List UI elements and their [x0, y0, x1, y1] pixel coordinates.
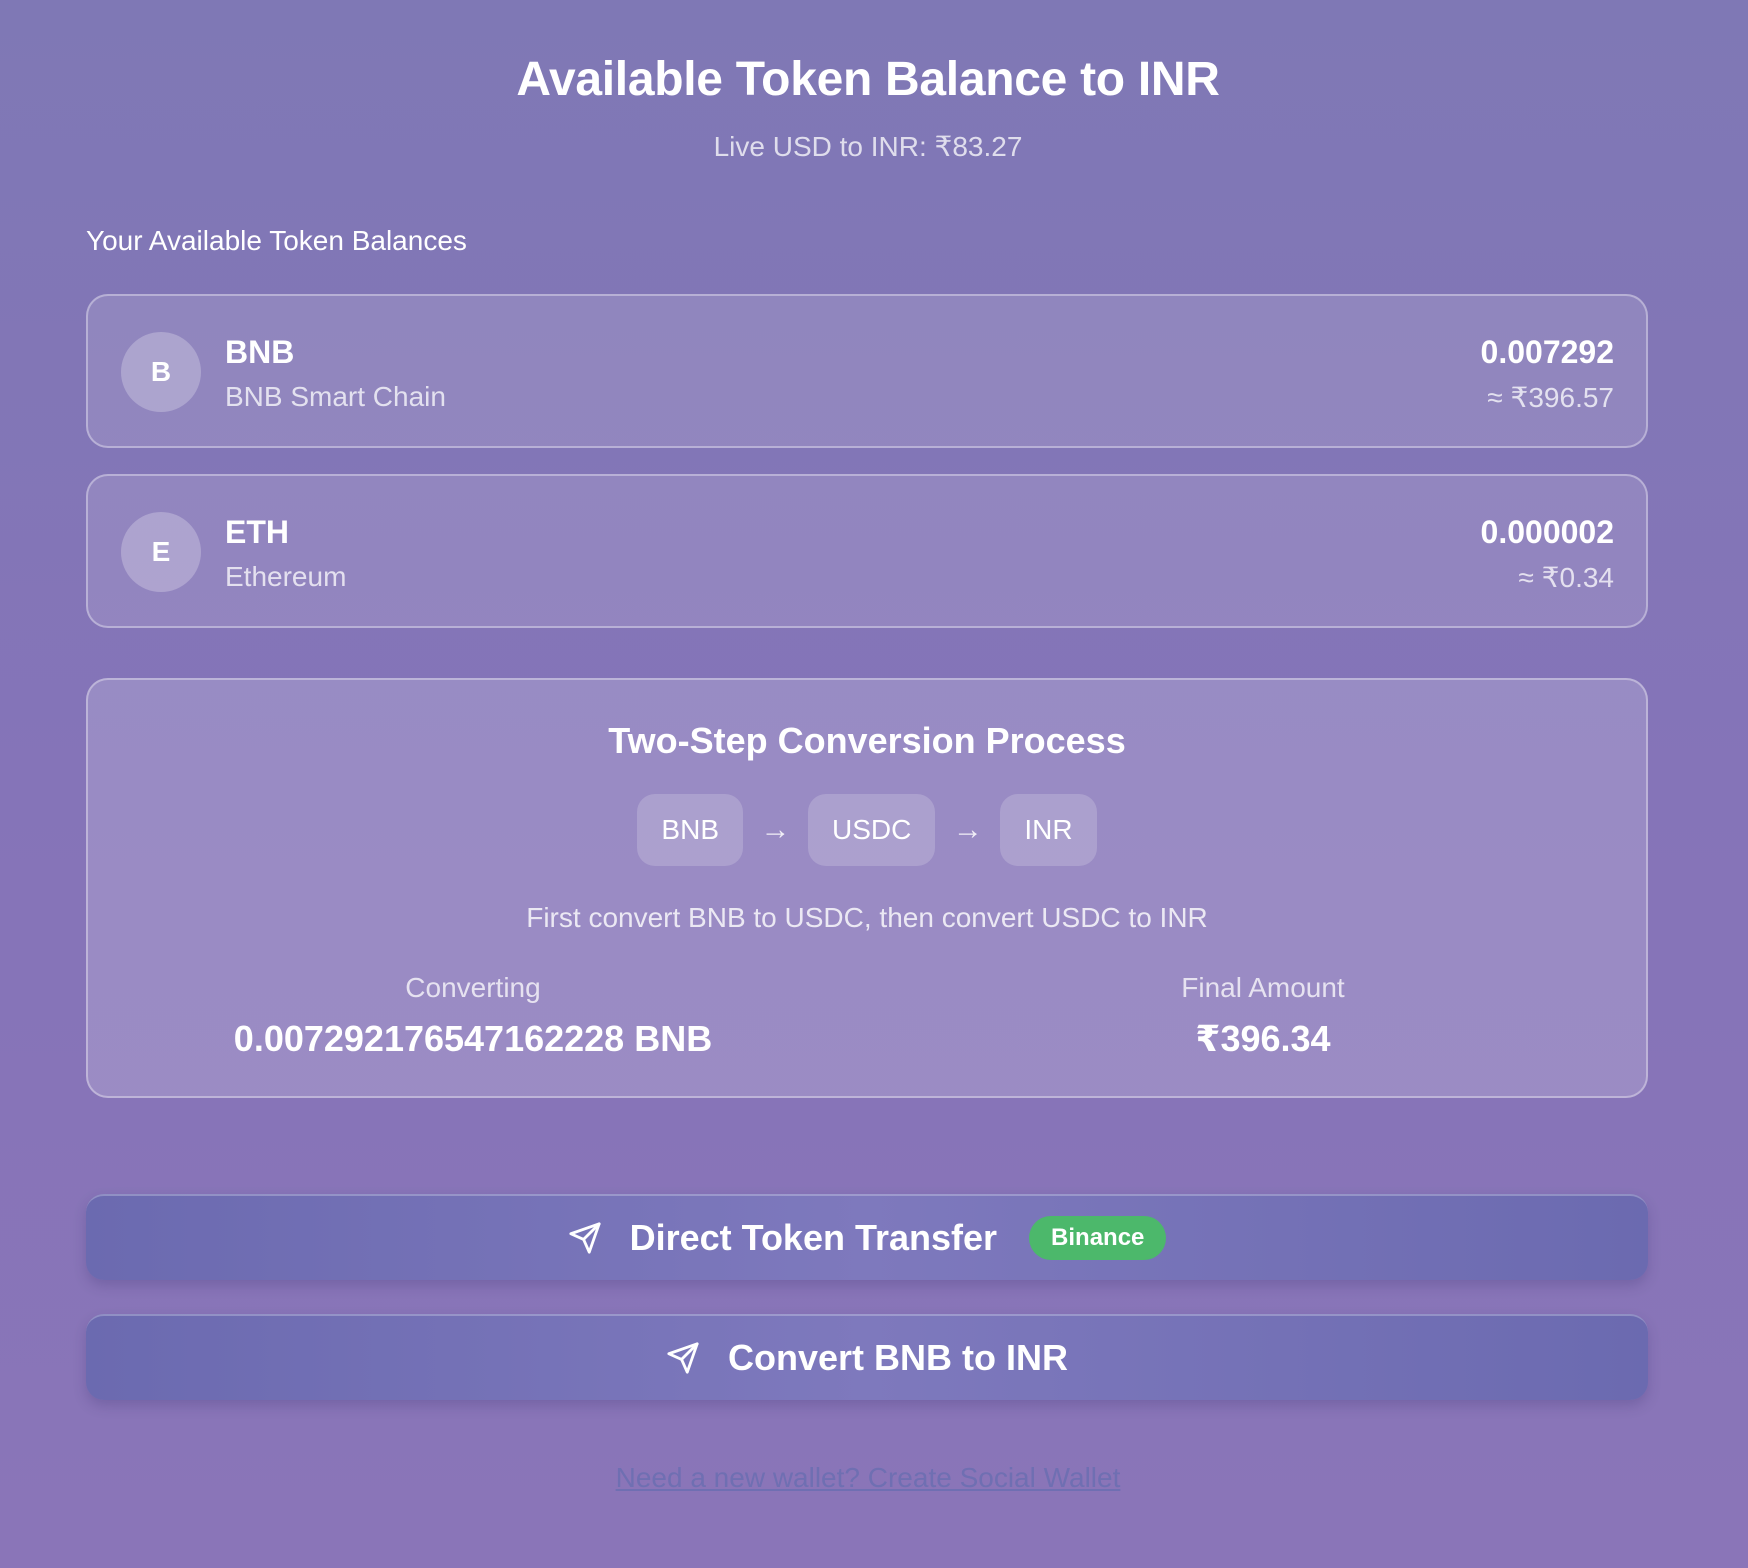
convert-label: Convert BNB to INR — [728, 1337, 1068, 1378]
token-amount: 0.000002 — [1480, 514, 1614, 550]
token-card-eth[interactable]: E ETH Ethereum 0.000002 ≈ ₹0.34 — [86, 474, 1648, 628]
binance-badge: Binance — [1029, 1216, 1167, 1260]
direct-transfer-label: Direct Token Transfer — [629, 1217, 998, 1258]
converting-label: Converting — [405, 972, 541, 1003]
flow-step-bnb: BNB — [637, 794, 743, 866]
token-inr-value: ≈ ₹0.34 — [1518, 562, 1614, 593]
process-title: Two-Step Conversion Process — [608, 720, 1126, 761]
token-symbol: ETH — [225, 514, 289, 550]
exchange-rate-label: Live USD to INR: ₹83.27 — [713, 131, 1023, 162]
arrow-right-icon: → — [952, 813, 983, 846]
convert-bnb-to-inr-button[interactable]: Convert BNB to INR — [86, 1314, 1648, 1400]
flow-step-inr: INR — [1000, 794, 1097, 866]
converting-value: 0.007292176547162228 BNB — [233, 1018, 713, 1059]
token-network: BNB Smart Chain — [225, 381, 446, 412]
page-title: Available Token Balance to INR — [516, 53, 1220, 106]
conversion-flow: BNB → USDC → INR — [88, 794, 1646, 866]
final-amount-value: ₹396.34 — [1195, 1018, 1331, 1059]
token-card-bnb[interactable]: B BNB BNB Smart Chain 0.007292 ≈ ₹396.57 — [86, 294, 1648, 448]
direct-token-transfer-button[interactable]: Direct Token Transfer Binance — [86, 1194, 1648, 1280]
token-avatar-eth: E — [121, 512, 201, 592]
final-amount-stat: Final Amount ₹396.34 — [988, 972, 1538, 1060]
token-inr-value: ≈ ₹396.57 — [1487, 382, 1614, 413]
final-amount-label: Final Amount — [1181, 972, 1345, 1003]
token-symbol: BNB — [225, 334, 295, 370]
flow-step-usdc: USDC — [808, 794, 936, 866]
conversion-process-card: Two-Step Conversion Process BNB → USDC →… — [86, 678, 1648, 1098]
token-avatar-bnb: B — [121, 332, 201, 412]
token-network: Ethereum — [225, 561, 347, 592]
converting-stat: Converting 0.007292176547162228 BNB — [188, 972, 758, 1060]
send-icon — [666, 1341, 700, 1375]
main-page: Available Token Balance to INR Live USD … — [86, 0, 1650, 1568]
process-description: First convert BNB to USDC, then convert … — [526, 902, 1208, 933]
arrow-right-icon: → — [760, 813, 791, 846]
send-icon — [568, 1221, 602, 1255]
token-amount: 0.007292 — [1480, 334, 1614, 370]
create-social-wallet-link[interactable]: Need a new wallet? Create Social Wallet — [86, 1462, 1650, 1494]
balances-section-label: Your Available Token Balances — [86, 225, 467, 256]
